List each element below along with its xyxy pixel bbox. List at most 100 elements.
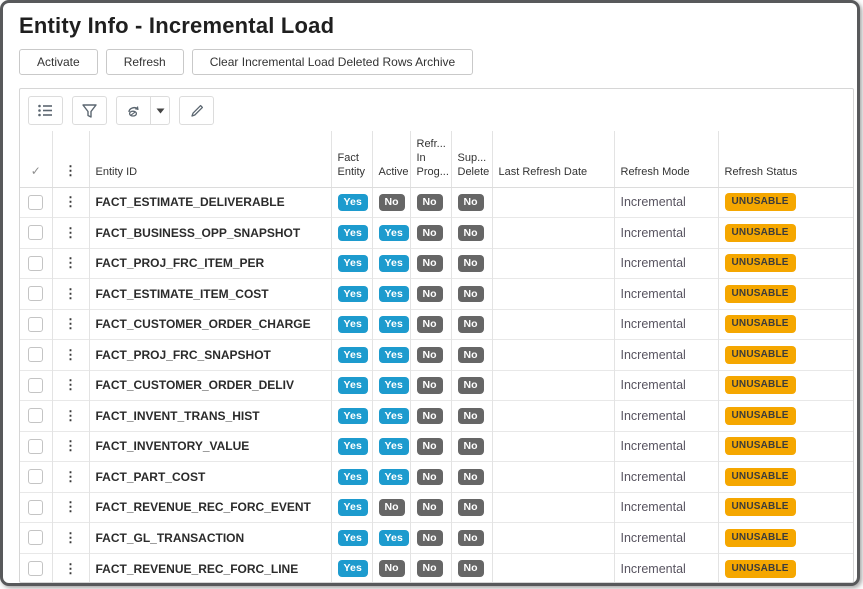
row-menu-icon[interactable] (64, 533, 77, 543)
row-checkbox[interactable] (28, 225, 43, 240)
refresh-status-badge: UNUSABLE (725, 407, 796, 425)
suppress-delete-badge: No (458, 560, 484, 577)
row-checkbox[interactable] (28, 408, 43, 423)
fact-entity-badge: Yes (338, 408, 368, 425)
row-menu-icon[interactable] (64, 228, 77, 238)
suppress-delete-badge: No (458, 469, 484, 486)
row-menu-icon[interactable] (64, 350, 77, 360)
refresh-mode-cell: Incremental (621, 348, 686, 362)
refresh-in-progress-badge: No (417, 316, 443, 333)
refresh-status-badge: UNUSABLE (725, 560, 796, 578)
refresh-mode-cell: Incremental (621, 470, 686, 484)
edit-button[interactable] (179, 96, 214, 125)
column-header-last-refresh-date[interactable]: Last Refresh Date (492, 131, 614, 187)
grid-panel: ✓ Entity ID Fact Entity Active Refr... I… (19, 88, 854, 583)
row-menu-icon[interactable] (64, 472, 77, 482)
row-menu-icon[interactable] (64, 380, 77, 390)
clear-archive-button[interactable]: Clear Incremental Load Deleted Rows Arch… (192, 49, 473, 75)
active-badge: Yes (379, 438, 409, 455)
table-row: FACT_PART_COST Yes Yes No No Incremental… (20, 462, 854, 493)
refresh-mode-cell: Incremental (621, 256, 686, 270)
row-checkbox[interactable] (28, 439, 43, 454)
row-checkbox[interactable] (28, 469, 43, 484)
row-checkbox[interactable] (28, 317, 43, 332)
action-button-row: Activate Refresh Clear Incremental Load … (19, 49, 473, 75)
active-badge: Yes (379, 286, 409, 303)
fact-entity-badge: Yes (338, 530, 368, 547)
row-menu-icon[interactable] (64, 197, 77, 207)
table-row: FACT_PROJ_FRC_SNAPSHOT Yes Yes No No Inc… (20, 340, 854, 371)
column-header-suppress-delete[interactable]: Sup... Delete (451, 131, 492, 187)
fact-entity-badge: Yes (338, 499, 368, 516)
sync-icon[interactable] (117, 97, 150, 124)
sync-split-button[interactable] (116, 96, 170, 125)
row-checkbox[interactable] (28, 195, 43, 210)
refresh-status-badge: UNUSABLE (725, 376, 796, 394)
menu-column-icon (64, 163, 77, 178)
suppress-delete-badge: No (458, 255, 484, 272)
column-header-refresh-status[interactable]: Refresh Status (718, 131, 854, 187)
entity-id-cell: FACT_REVENUE_REC_FORC_LINE (96, 562, 299, 576)
row-menu-icon[interactable] (64, 564, 77, 574)
row-checkbox[interactable] (28, 347, 43, 362)
entity-id-cell: FACT_PART_COST (96, 470, 206, 484)
refresh-mode-cell: Incremental (621, 531, 686, 545)
activate-button[interactable]: Activate (19, 49, 98, 75)
suppress-delete-badge: No (458, 286, 484, 303)
row-checkbox[interactable] (28, 500, 43, 515)
refresh-status-badge: UNUSABLE (725, 254, 796, 272)
table-row: FACT_INVENT_TRANS_HIST Yes Yes No No Inc… (20, 401, 854, 432)
row-menu-icon[interactable] (64, 502, 77, 512)
column-header-select[interactable]: ✓ (20, 131, 52, 187)
refresh-status-badge: UNUSABLE (725, 285, 796, 303)
table-row: FACT_BUSINESS_OPP_SNAPSHOT Yes Yes No No… (20, 218, 854, 249)
table-row: FACT_ESTIMATE_ITEM_COST Yes Yes No No In… (20, 279, 854, 310)
row-checkbox[interactable] (28, 561, 43, 576)
entity-id-cell: FACT_GL_TRANSACTION (96, 531, 245, 545)
column-header-entity-id[interactable]: Entity ID (89, 131, 331, 187)
refresh-status-badge: UNUSABLE (725, 498, 796, 516)
refresh-in-progress-badge: No (417, 438, 443, 455)
active-badge: Yes (379, 225, 409, 242)
suppress-delete-badge: No (458, 377, 484, 394)
column-header-refresh-mode[interactable]: Refresh Mode (614, 131, 718, 187)
fact-entity-badge: Yes (338, 469, 368, 486)
app-window: Entity Info - Incremental Load Activate … (0, 0, 860, 586)
refresh-in-progress-badge: No (417, 408, 443, 425)
grid-toolbar (28, 96, 214, 125)
row-menu-icon[interactable] (64, 289, 77, 299)
refresh-in-progress-badge: No (417, 469, 443, 486)
suppress-delete-badge: No (458, 408, 484, 425)
refresh-status-badge: UNUSABLE (725, 193, 796, 211)
row-checkbox[interactable] (28, 530, 43, 545)
row-menu-icon[interactable] (64, 258, 77, 268)
row-checkbox[interactable] (28, 378, 43, 393)
refresh-in-progress-badge: No (417, 286, 443, 303)
table-row: FACT_PROJ_FRC_ITEM_PER Yes Yes No No Inc… (20, 248, 854, 279)
column-header-refresh-in-progress[interactable]: Refr... In Prog... (410, 131, 451, 187)
active-badge: Yes (379, 255, 409, 272)
row-menu-icon[interactable] (64, 411, 77, 421)
refresh-mode-cell: Incremental (621, 409, 686, 423)
refresh-in-progress-badge: No (417, 377, 443, 394)
active-badge: Yes (379, 377, 409, 394)
dropdown-caret-icon[interactable] (150, 97, 169, 124)
fact-entity-badge: Yes (338, 225, 368, 242)
row-menu-icon[interactable] (64, 441, 77, 451)
refresh-in-progress-badge: No (417, 347, 443, 364)
refresh-mode-cell: Incremental (621, 226, 686, 240)
suppress-delete-badge: No (458, 499, 484, 516)
refresh-button[interactable]: Refresh (106, 49, 184, 75)
entity-id-cell: FACT_BUSINESS_OPP_SNAPSHOT (96, 226, 301, 240)
suppress-delete-badge: No (458, 194, 484, 211)
table-row: FACT_REVENUE_REC_FORC_LINE Yes No No No … (20, 553, 854, 583)
row-menu-icon[interactable] (64, 319, 77, 329)
refresh-status-badge: UNUSABLE (725, 437, 796, 455)
list-view-button[interactable] (28, 96, 63, 125)
row-checkbox[interactable] (28, 256, 43, 271)
filter-button[interactable] (72, 96, 107, 125)
column-header-fact-entity[interactable]: Fact Entity (331, 131, 372, 187)
row-checkbox[interactable] (28, 286, 43, 301)
column-header-active[interactable]: Active (372, 131, 410, 187)
table-row: FACT_CUSTOMER_ORDER_CHARGE Yes Yes No No… (20, 309, 854, 340)
